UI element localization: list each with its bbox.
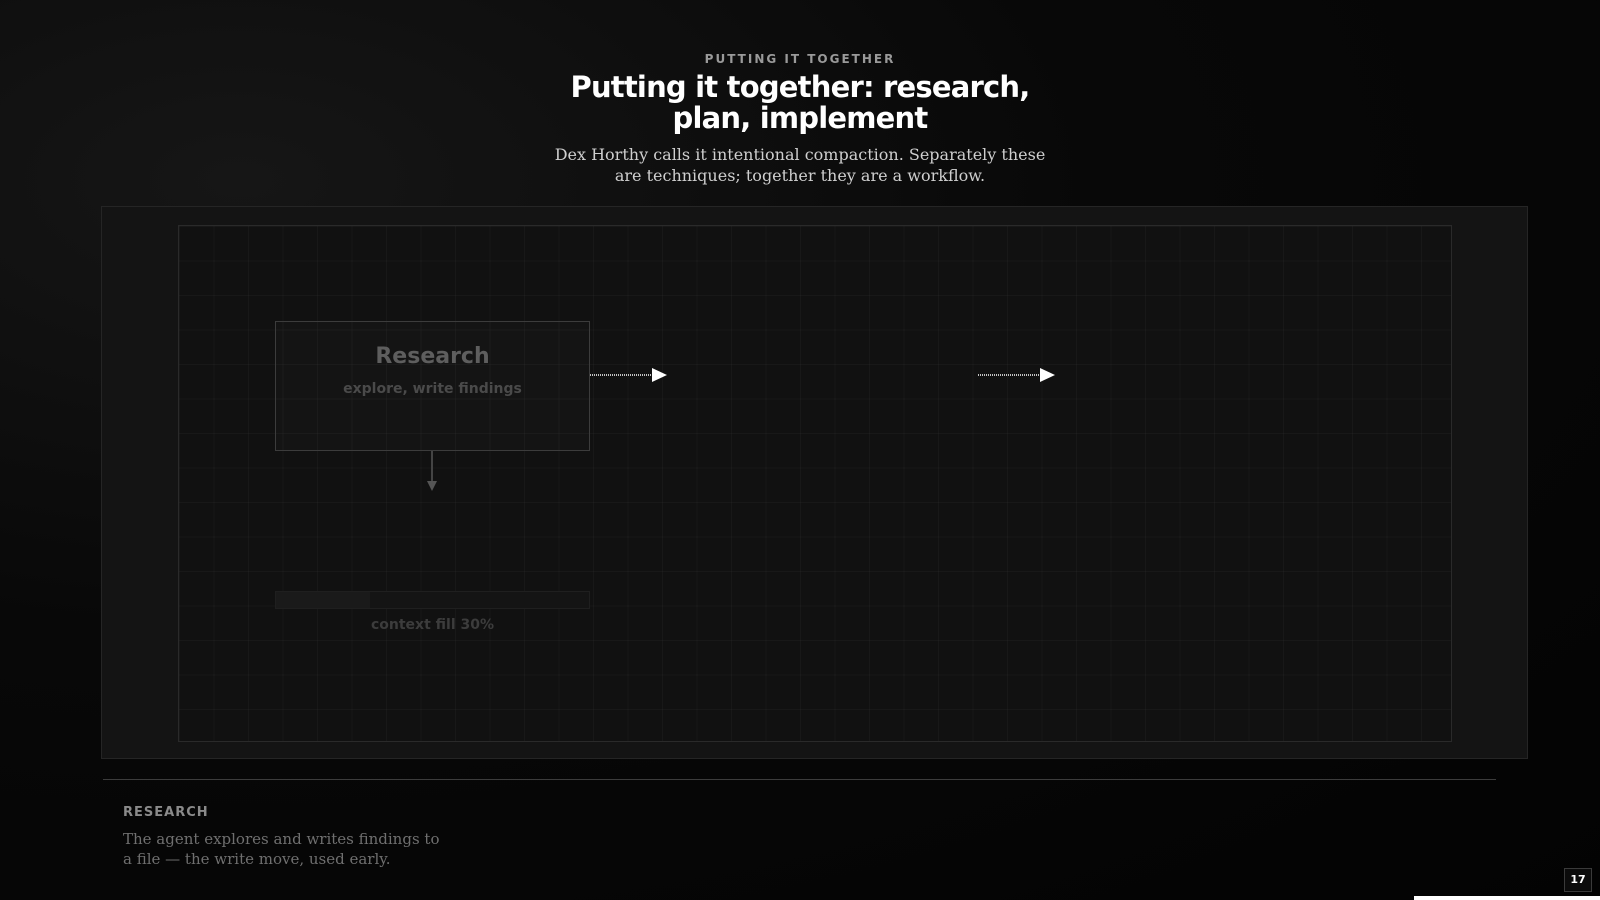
caption-text: The agent explores and writes findings t… [123,830,440,868]
page-number: 17 [1564,868,1592,892]
caption-divider [103,779,1496,780]
step-research-title: Research [375,344,490,369]
context-fill-meter [275,591,590,609]
context-fill-label: context fill 30% [370,617,495,633]
diagram-canvas [178,225,1452,742]
slide-subtitle: Dex Horthy calls it intentional compacti… [554,145,1046,185]
context-fill-meter-fill [276,592,370,608]
step-research-subtitle: explore, write findings [343,381,522,397]
step-research-box: Research explore, write findings [275,321,590,451]
caption-label: RESEARCH [123,805,209,820]
section-eyebrow: PUTTING IT TOGETHER [704,52,896,66]
slide-title: Putting it together: research, plan, imp… [570,70,1031,135]
bottom-progress-strip [1414,896,1600,900]
